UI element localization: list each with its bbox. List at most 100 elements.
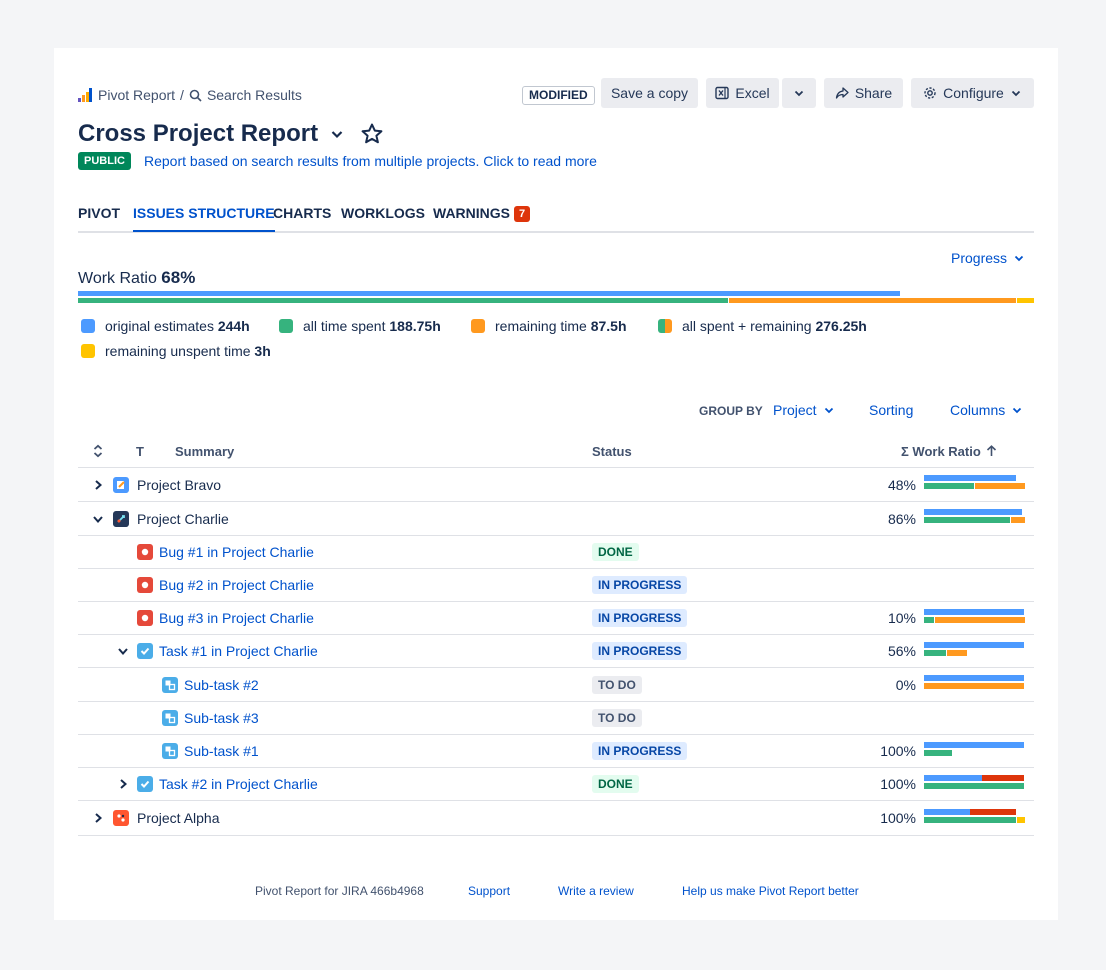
expand-collapse-icon xyxy=(93,444,103,458)
breadcrumb-current[interactable]: Search Results xyxy=(207,87,302,103)
review-link[interactable]: Write a review xyxy=(558,884,634,898)
columns-label: Columns xyxy=(950,402,1006,418)
row-expand-toggle[interactable] xyxy=(92,502,104,535)
excel-button[interactable]: Excel xyxy=(706,78,779,108)
issue-link[interactable]: Sub-task #1 xyxy=(184,743,259,759)
configure-label: Configure xyxy=(943,85,1004,101)
report-card: Pivot Report / Search Results MODIFIED S… xyxy=(54,48,1058,920)
tab-warnings[interactable]: WARNINGS 7 xyxy=(433,205,531,231)
share-icon xyxy=(835,87,849,99)
row-expand-toggle[interactable] xyxy=(92,801,104,835)
legend-value: 244h xyxy=(217,318,250,334)
group-by-dropdown[interactable]: Project xyxy=(773,402,835,418)
work-ratio-heading: Work Ratio 68% xyxy=(78,268,195,288)
work-ratio-mini-bar xyxy=(924,475,1025,491)
work-ratio-value: 68% xyxy=(161,268,196,287)
status-badge: DONE xyxy=(592,775,639,793)
report-description-link[interactable]: Report based on search results from mult… xyxy=(144,152,597,170)
work-ratio-cell: 100% xyxy=(856,768,916,800)
status-badge: IN PROGRESS xyxy=(592,742,688,760)
footer-support-link[interactable]: Support xyxy=(468,884,510,898)
work-ratio-percent: 10% xyxy=(887,610,916,626)
issue-link[interactable]: Task #1 in Project Charlie xyxy=(159,643,318,659)
legend-label: remaining unspent time xyxy=(105,343,251,359)
column-work-ratio[interactable]: Σ Work Ratio xyxy=(901,435,997,467)
column-summary: Summary xyxy=(175,443,235,459)
legend-value: 87.5h xyxy=(590,318,627,334)
issue-summary: Sub-task #1 xyxy=(162,735,259,767)
breadcrumb-root[interactable]: Pivot Report xyxy=(98,87,175,103)
bug-icon xyxy=(137,544,153,560)
footer-help-link[interactable]: Help us make Pivot Report better xyxy=(682,884,859,898)
issue-link[interactable]: Task #2 in Project Charlie xyxy=(159,776,318,792)
progress-dropdown[interactable]: Progress xyxy=(951,250,1025,266)
issue-link[interactable]: Bug #3 in Project Charlie xyxy=(159,610,314,626)
support-link[interactable]: Support xyxy=(468,884,510,898)
work-ratio-mini-bar xyxy=(924,675,1024,691)
expand-all-toggle[interactable] xyxy=(92,435,104,467)
legend-item-remaining: remaining time 87.5h xyxy=(471,318,627,334)
share-button[interactable]: Share xyxy=(824,78,903,108)
project-name[interactable]: Project Bravo xyxy=(137,477,221,493)
status-badge: IN PROGRESS xyxy=(592,642,688,660)
chevron-right-icon xyxy=(95,813,103,823)
tab-issues-structure[interactable]: ISSUES STRUCTURE xyxy=(133,205,275,232)
table-row: Sub-task #1 IN PROGRESS 100% xyxy=(78,735,1034,768)
configure-button[interactable]: Configure xyxy=(911,78,1034,108)
tab-warnings-label: WARNINGS xyxy=(433,205,510,221)
mini-original-bar xyxy=(924,775,982,781)
remaining-time-bar xyxy=(729,298,1016,303)
row-expand-toggle[interactable] xyxy=(117,768,129,800)
mini-spent-bar xyxy=(924,817,1016,823)
charlie-project-icon xyxy=(113,510,129,527)
gear-icon xyxy=(924,87,936,99)
chevron-right-icon xyxy=(95,479,103,490)
group-by-value: Project xyxy=(773,402,817,418)
mini-original-bar xyxy=(924,742,1024,748)
sorting-button[interactable]: Sorting xyxy=(869,402,913,418)
export-dropdown-button[interactable] xyxy=(782,78,816,108)
project-name[interactable]: Project Charlie xyxy=(137,511,229,527)
star-icon[interactable] xyxy=(360,122,384,146)
status-cell: TO DO xyxy=(592,668,642,701)
legend-value: 276.25h xyxy=(815,318,867,334)
table-header: T Summary Status Σ Work Ratio xyxy=(78,435,1034,468)
mini-remaining-bar xyxy=(947,650,967,656)
issue-link[interactable]: Bug #1 in Project Charlie xyxy=(159,544,314,560)
work-ratio-percent: 0% xyxy=(895,676,916,693)
issue-link[interactable]: Sub-task #2 xyxy=(184,677,259,693)
issue-summary: Bug #1 in Project Charlie xyxy=(137,536,314,568)
work-ratio-percent: 56% xyxy=(887,643,916,659)
save-copy-button[interactable]: Save a copy xyxy=(601,78,698,108)
row-expand-toggle[interactable] xyxy=(92,468,104,501)
help-link[interactable]: Help us make Pivot Report better xyxy=(682,884,859,898)
footer-review-link[interactable]: Write a review xyxy=(558,884,634,898)
work-ratio-cell: 56% xyxy=(856,635,916,667)
work-ratio-mini-bar xyxy=(924,609,1025,625)
tab-worklogs[interactable]: WORKLOGS xyxy=(341,205,425,231)
share-label: Share xyxy=(854,85,893,101)
page-title: Cross Project Report xyxy=(78,118,384,150)
row-expand-toggle[interactable] xyxy=(117,635,129,667)
column-status: Status xyxy=(592,443,632,459)
mini-original-bar xyxy=(924,809,970,815)
tab-pivot[interactable]: PIVOT xyxy=(78,205,120,231)
legend-swatch xyxy=(81,344,95,358)
work-ratio-cell: 0% xyxy=(856,668,916,701)
project-summary: Project Charlie xyxy=(113,502,229,535)
issue-summary: Sub-task #3 xyxy=(162,702,259,734)
legend-label: original estimates xyxy=(105,318,214,334)
status-badge: DONE xyxy=(592,543,639,561)
group-by-label: GROUP BY xyxy=(699,404,763,418)
project-name[interactable]: Project Alpha xyxy=(137,810,220,826)
issue-link[interactable]: Bug #2 in Project Charlie xyxy=(159,577,314,593)
work-ratio-cell: 10% xyxy=(856,602,916,634)
work-ratio-cell: 48% xyxy=(856,468,916,501)
tab-charts[interactable]: CHARTS xyxy=(273,205,331,231)
issue-link[interactable]: Sub-task #3 xyxy=(184,710,259,726)
chevron-down-icon[interactable] xyxy=(330,127,344,141)
subtask-icon xyxy=(162,743,178,759)
mini-unspent-bar xyxy=(1017,817,1025,823)
report-title[interactable]: Cross Project Report xyxy=(78,120,318,148)
columns-dropdown[interactable]: Columns xyxy=(950,402,1023,418)
